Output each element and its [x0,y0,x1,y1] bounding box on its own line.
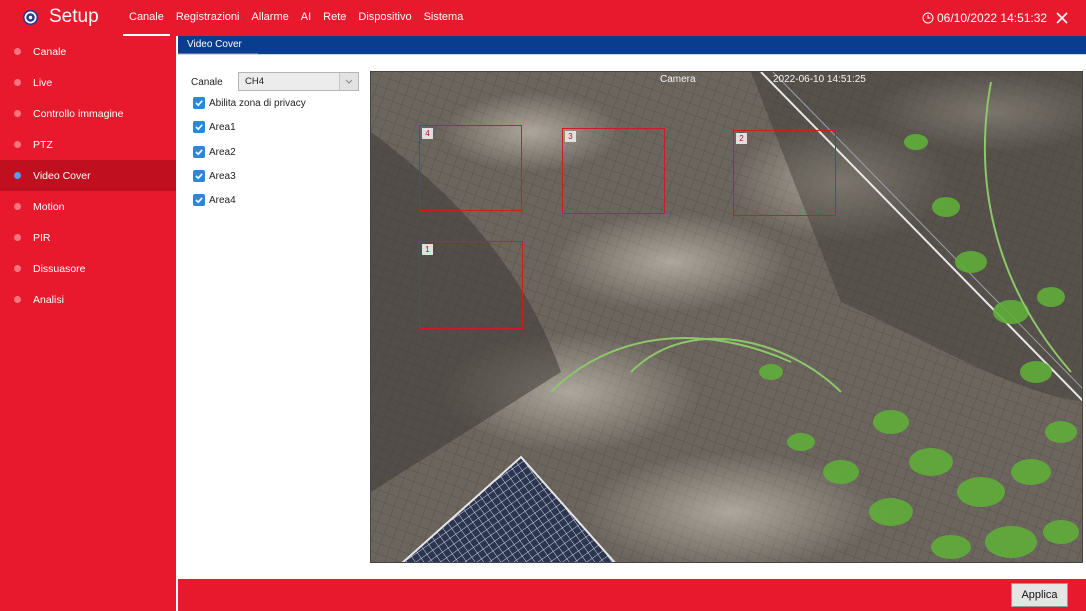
area4-checkbox[interactable]: Area4 [193,194,236,206]
camera-timestamp-overlay: 2022-06-10 14:51:25 [773,74,866,85]
area3-checkbox[interactable]: Area3 [193,170,236,182]
bullet-icon [14,48,21,55]
sidebar-item-analisi[interactable]: Analisi [0,284,176,315]
chevron-down-icon[interactable] [339,73,358,90]
section-header-bar [178,36,1086,54]
sidebar-item-pir[interactable]: PIR [0,222,176,253]
privacy-zone-2[interactable]: 2 [733,130,836,216]
zone-label: 2 [736,133,747,144]
bullet-icon [14,234,21,241]
sidebar-item-label: PIR [33,231,51,244]
checkmark-icon[interactable] [193,194,205,206]
sidebar-item-label: Canale [33,45,67,58]
tab-ai[interactable]: AI [295,0,317,36]
tab-canale[interactable]: Canale [123,0,170,36]
area3-label: Area3 [209,170,236,182]
sidebar-item-label: Motion [33,200,65,213]
zone-label: 1 [422,244,433,255]
sidebar: Canale Live Controllo immagine PTZ Video… [0,36,176,611]
sidebar-item-label: PTZ [33,138,53,151]
sidebar-item-controllo-immagine[interactable]: Controllo immagine [0,98,176,129]
channel-select[interactable]: CH4 [238,72,359,91]
tab-allarme[interactable]: Allarme [245,0,294,36]
area2-label: Area2 [209,146,236,158]
area1-checkbox[interactable]: Area1 [193,121,236,133]
privacy-zone-1[interactable]: 1 [419,241,523,329]
tab-sistema[interactable]: Sistema [418,0,470,36]
sidebar-item-label: Analisi [33,293,64,306]
channel-label: Canale [191,77,223,88]
bullet-icon [14,110,21,117]
bottom-bar [178,579,1086,611]
privacy-zone-3[interactable]: 3 [562,128,665,214]
area2-checkbox[interactable]: Area2 [193,146,236,158]
checkmark-icon[interactable] [193,97,205,109]
bullet-icon [14,296,21,303]
tab-rete[interactable]: Rete [317,0,352,36]
area4-label: Area4 [209,194,236,206]
sidebar-item-dissuasore[interactable]: Dissuasore [0,253,176,284]
tab-video-cover[interactable]: Video Cover [178,36,258,55]
top-bar: Setup Canale Registrazioni Allarme AI Re… [0,0,1086,36]
clock-icon [922,12,934,24]
video-preview[interactable]: Camera 2022-06-10 14:51:25 4 3 2 1 [370,71,1083,563]
sidebar-item-live[interactable]: Live [0,67,176,98]
camera-name-overlay: Camera [660,74,696,85]
bullet-icon [14,265,21,272]
app-title: Setup [49,6,99,27]
bullet-icon [14,172,21,179]
sidebar-item-canale[interactable]: Canale [0,36,176,67]
tab-registrazioni[interactable]: Registrazioni [170,0,246,36]
checkmark-icon[interactable] [193,170,205,182]
tab-dispositivo[interactable]: Dispositivo [352,0,417,36]
channel-select-value: CH4 [245,76,265,87]
sidebar-item-label: Dissuasore [33,262,86,275]
enable-privacy-label: Abilita zona di privacy [209,97,306,109]
divider [178,54,1086,55]
checkmark-icon[interactable] [193,146,205,158]
sidebar-item-label: Live [33,76,53,89]
sidebar-item-video-cover[interactable]: Video Cover [0,160,176,191]
datetime-display: 06/10/2022 14:51:32 [922,0,1047,36]
zone-label: 4 [422,128,433,139]
privacy-zone-4[interactable]: 4 [419,125,522,211]
apply-button[interactable]: Applica [1011,583,1068,607]
gear-icon [22,9,39,26]
bullet-icon [14,141,21,148]
enable-privacy-checkbox[interactable]: Abilita zona di privacy [193,97,306,109]
datetime-text: 06/10/2022 14:51:32 [937,11,1048,25]
bullet-icon [14,79,21,86]
zone-label: 3 [565,131,576,142]
area1-label: Area1 [209,121,236,133]
sidebar-item-ptz[interactable]: PTZ [0,129,176,160]
top-nav: Canale Registrazioni Allarme AI Rete Dis… [123,0,469,36]
close-icon[interactable] [1054,10,1070,26]
bullet-icon [14,203,21,210]
checkmark-icon[interactable] [193,121,205,133]
sidebar-item-motion[interactable]: Motion [0,191,176,222]
sidebar-item-label: Video Cover [33,169,91,182]
sidebar-item-label: Controllo immagine [33,107,124,120]
